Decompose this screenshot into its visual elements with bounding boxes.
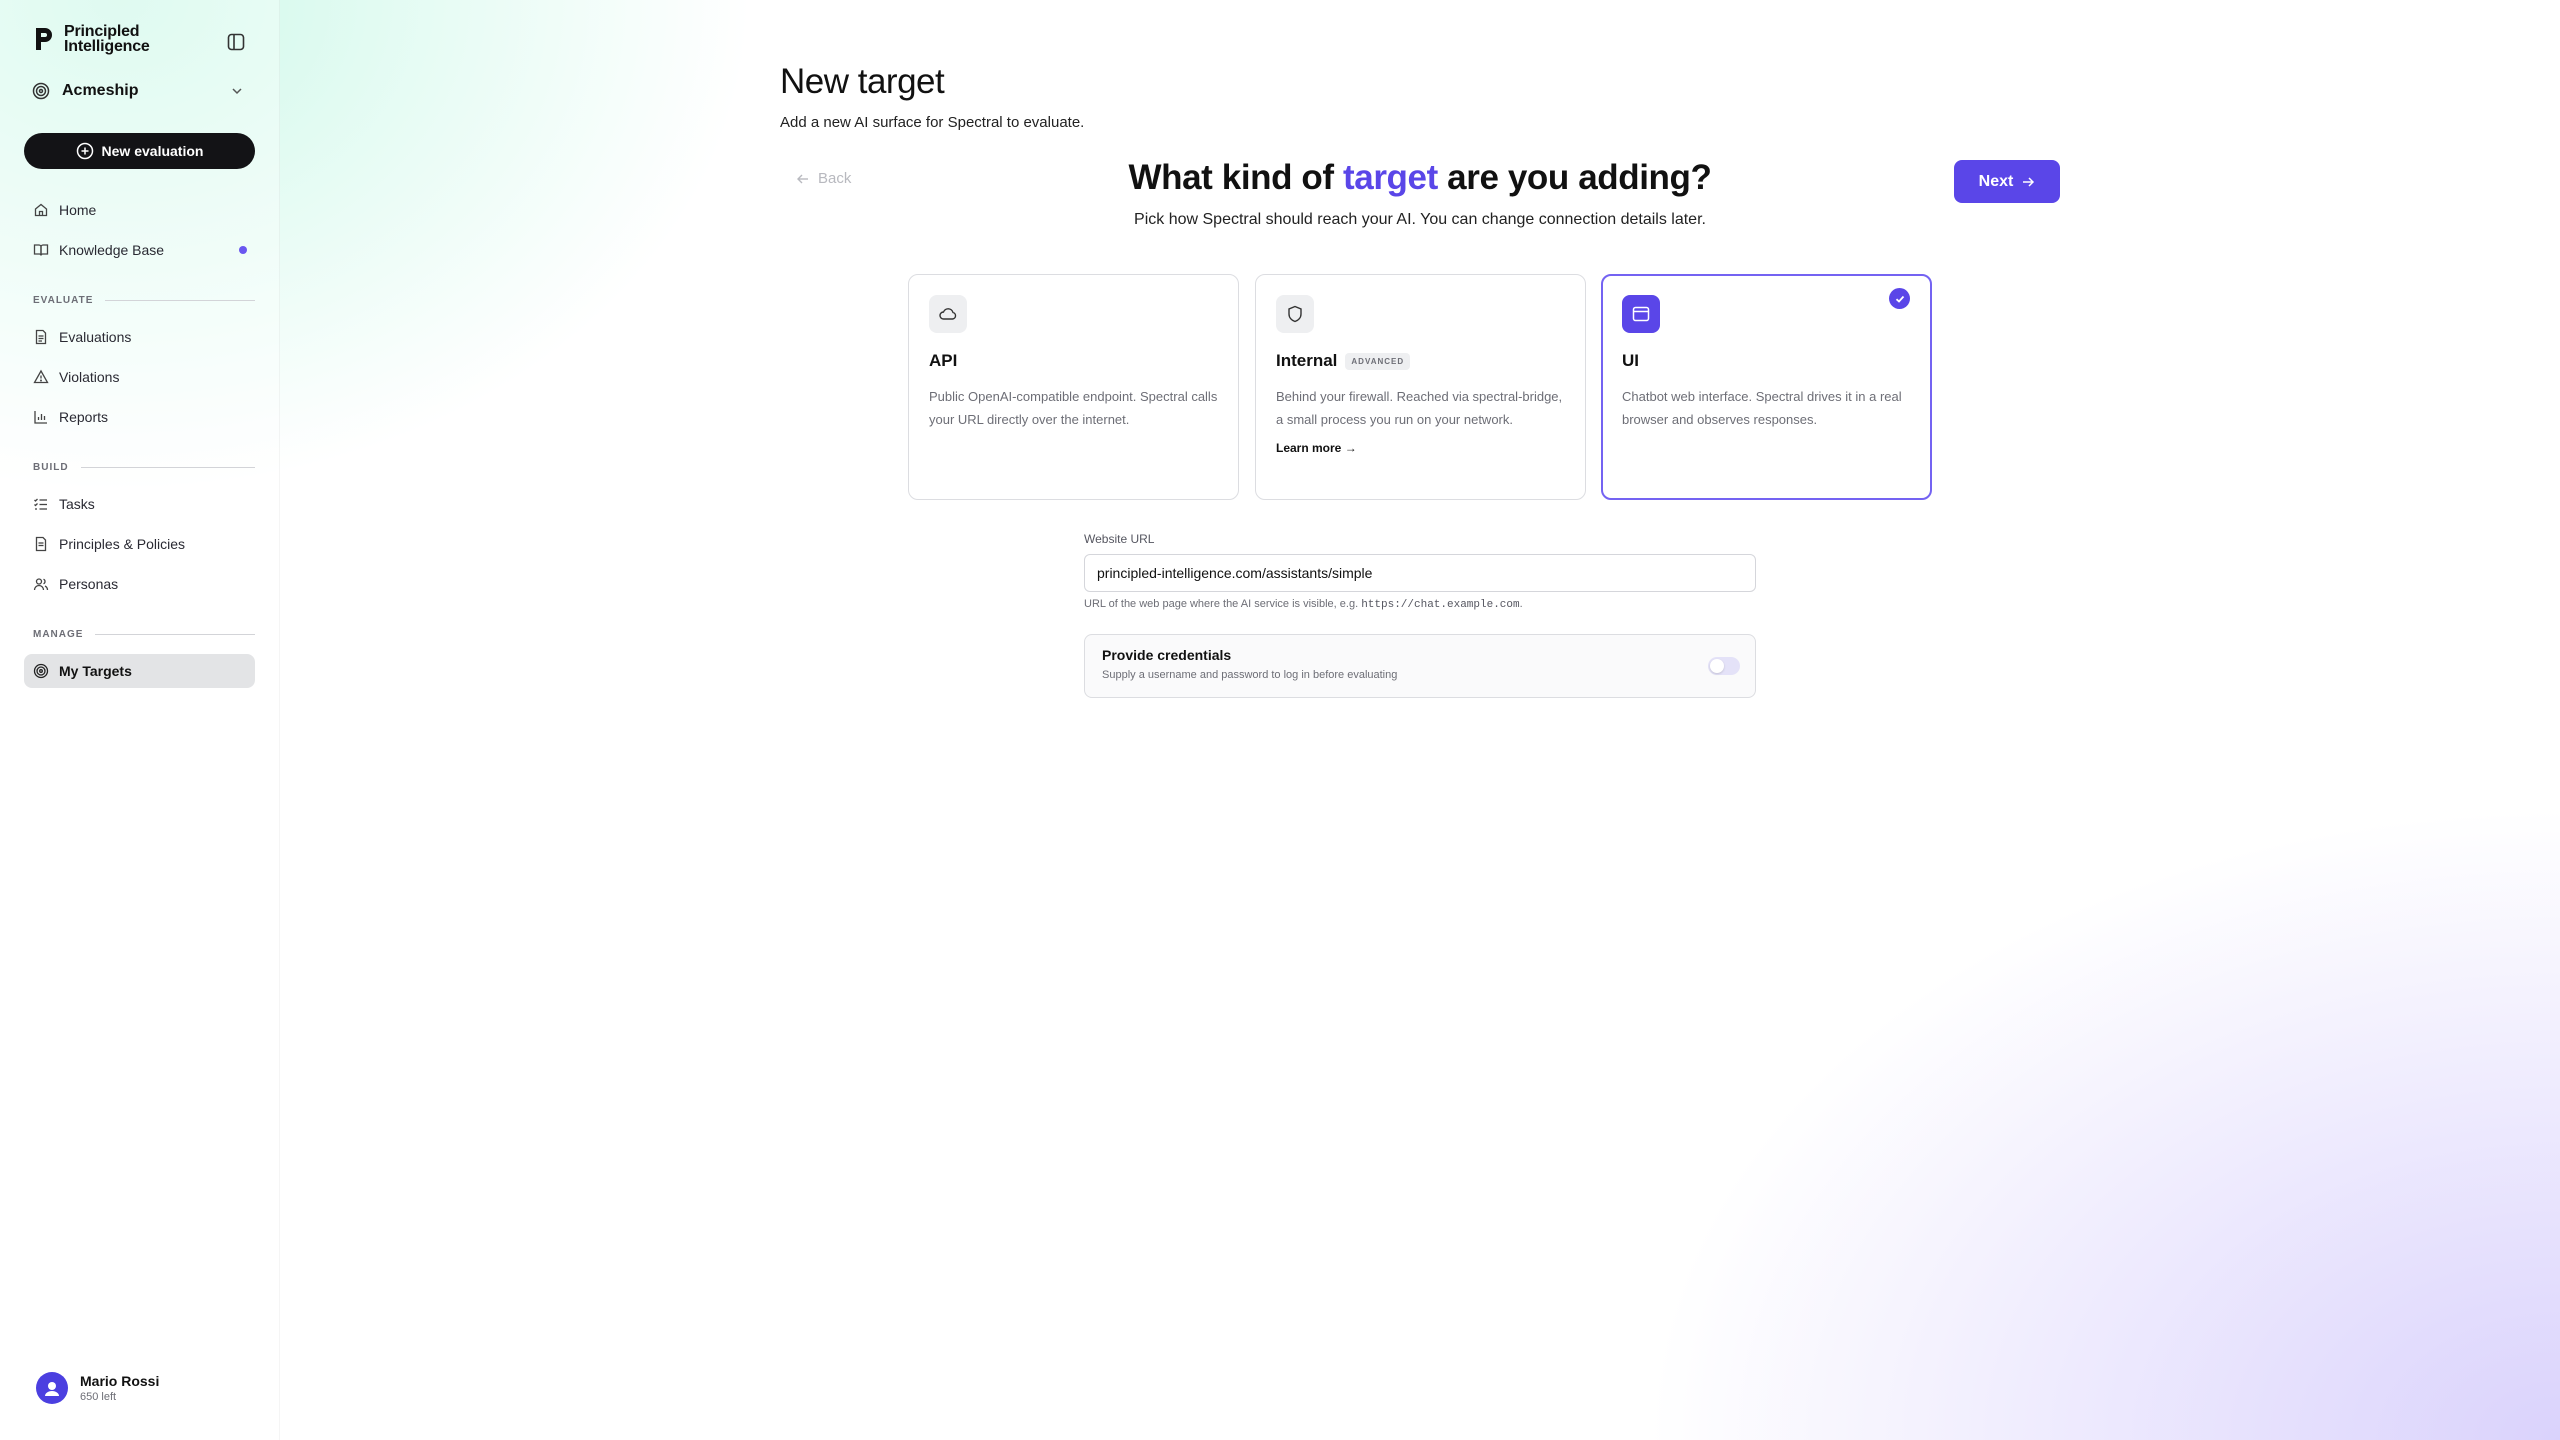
sidebar-item-knowledge-base[interactable]: Knowledge Base <box>24 233 255 267</box>
card-icon-container <box>1276 295 1314 333</box>
sidebar: Principled Intelligence Acmeship New eva… <box>0 0 280 1440</box>
credentials-title: Provide credentials <box>1102 647 1232 663</box>
card-title: UI <box>1622 351 1639 370</box>
arrow-left-icon <box>797 174 808 183</box>
sidebar-item-label: Reports <box>59 409 109 425</box>
chevron-down-icon <box>232 88 242 95</box>
sidebar-item-label: Home <box>59 202 97 218</box>
sidebar-item-evaluations[interactable]: Evaluations <box>24 320 255 354</box>
sidebar-item-label: Tasks <box>59 496 95 512</box>
sidebar-item-violations[interactable]: Violations <box>24 360 255 394</box>
card-description: Chatbot web interface. Spectral drives i… <box>1622 389 1902 427</box>
step-question-subtitle: Pick how Spectral should reach your AI. … <box>1134 211 1706 228</box>
credentials-toggle[interactable] <box>1708 657 1740 675</box>
sidebar-item-label: Personas <box>59 576 119 592</box>
sidebar-item-label: Principles & Policies <box>59 536 186 552</box>
card-icon-container <box>929 295 967 333</box>
sidebar-item-label: Knowledge Base <box>59 242 165 258</box>
book-icon <box>33 244 49 256</box>
plus-circle-icon <box>76 142 93 160</box>
target-option-api[interactable]: API Public OpenAI-compatible endpoint. S… <box>908 274 1239 500</box>
home-icon <box>34 203 48 217</box>
logo-mark-icon <box>36 28 52 50</box>
credentials-description: Supply a username and password to log in… <box>1102 669 1398 681</box>
next-label: Next <box>1978 172 2014 190</box>
card-description: Public OpenAI-compatible endpoint. Spect… <box>929 389 1218 427</box>
new-evaluation-button[interactable]: New evaluation <box>24 133 255 169</box>
org-name: Acmeship <box>62 82 139 99</box>
card-description: Behind your firewall. Reached via spectr… <box>1276 389 1563 427</box>
website-url-label: Website URL <box>1084 532 1155 546</box>
section-label-manage: MANAGE <box>33 627 255 641</box>
new-evaluation-label: New evaluation <box>101 143 204 159</box>
sidebar-item-personas[interactable]: Personas <box>24 567 255 601</box>
org-switcher[interactable]: Acmeship <box>32 78 244 104</box>
example-url: https://chat.example.com <box>1361 599 1520 611</box>
notification-dot <box>239 246 247 254</box>
card-title: API <box>929 351 958 370</box>
section-label-evaluate: EVALUATE <box>33 293 255 307</box>
website-url-input[interactable] <box>1084 554 1756 592</box>
selected-check-icon <box>1889 288 1910 309</box>
sidebar-item-principles-policies[interactable]: Principles & Policies <box>24 527 255 561</box>
document-icon <box>35 329 47 345</box>
next-button[interactable]: Next <box>1954 160 2060 203</box>
toggle-knob <box>1710 659 1724 673</box>
sidebar-item-home[interactable]: Home <box>24 193 255 227</box>
shield-icon <box>1288 305 1302 323</box>
advanced-badge: ADVANCED <box>1345 352 1411 370</box>
sidebar-item-my-targets[interactable]: My Targets <box>24 654 255 688</box>
brand-logo[interactable]: Principled Intelligence <box>32 23 150 55</box>
browser-window-icon <box>1632 306 1650 322</box>
arrow-right-icon <box>2023 176 2035 187</box>
user-credits: 650 left <box>80 1391 117 1403</box>
back-label: Back <box>818 170 852 187</box>
target-option-internal[interactable]: Internal ADVANCED Behind your firewall. … <box>1255 274 1586 500</box>
user-menu[interactable]: Mario Rossi 650 left <box>36 1372 159 1404</box>
sidebar-item-reports[interactable]: Reports <box>24 400 255 434</box>
website-url-help: URL of the web page where the AI service… <box>1084 598 1523 611</box>
sidebar-item-label: My Targets <box>59 663 132 679</box>
sidebar-item-label: Evaluations <box>59 329 132 345</box>
users-icon <box>33 578 49 591</box>
credentials-option: Provide credentials Supply a username an… <box>1084 634 1756 698</box>
target-option-ui[interactable]: UI Chatbot web interface. Spectral drive… <box>1601 274 1932 500</box>
back-button[interactable]: Back <box>796 170 851 187</box>
step-question: What kind of target are you adding? <box>1128 158 1712 197</box>
collapse-sidebar-button[interactable] <box>224 30 248 54</box>
avatar <box>36 1372 68 1404</box>
user-name: Mario Rossi <box>80 1373 160 1389</box>
target-icon <box>32 82 50 100</box>
page-title: New target <box>780 62 945 101</box>
card-title: Internal ADVANCED <box>1276 351 1565 371</box>
page-subtitle: Add a new AI surface for Spectral to eva… <box>780 114 1085 131</box>
warning-icon <box>33 369 49 384</box>
cloud-icon <box>939 308 957 320</box>
learn-more-link[interactable]: Learn more → <box>1276 441 1565 455</box>
question-highlight: target <box>1343 158 1438 197</box>
document-icon <box>35 536 47 552</box>
sidebar-item-tasks[interactable]: Tasks <box>24 487 255 521</box>
target-icon <box>33 663 49 679</box>
checklist-icon <box>34 498 47 510</box>
user-icon <box>45 1382 59 1396</box>
brand-name: Principled Intelligence <box>64 23 150 55</box>
bar-chart-icon <box>34 411 47 424</box>
card-icon-container <box>1622 295 1660 333</box>
sidebar-toggle-icon <box>227 33 245 51</box>
sidebar-item-label: Violations <box>59 369 120 385</box>
section-label-build: BUILD <box>33 460 255 474</box>
